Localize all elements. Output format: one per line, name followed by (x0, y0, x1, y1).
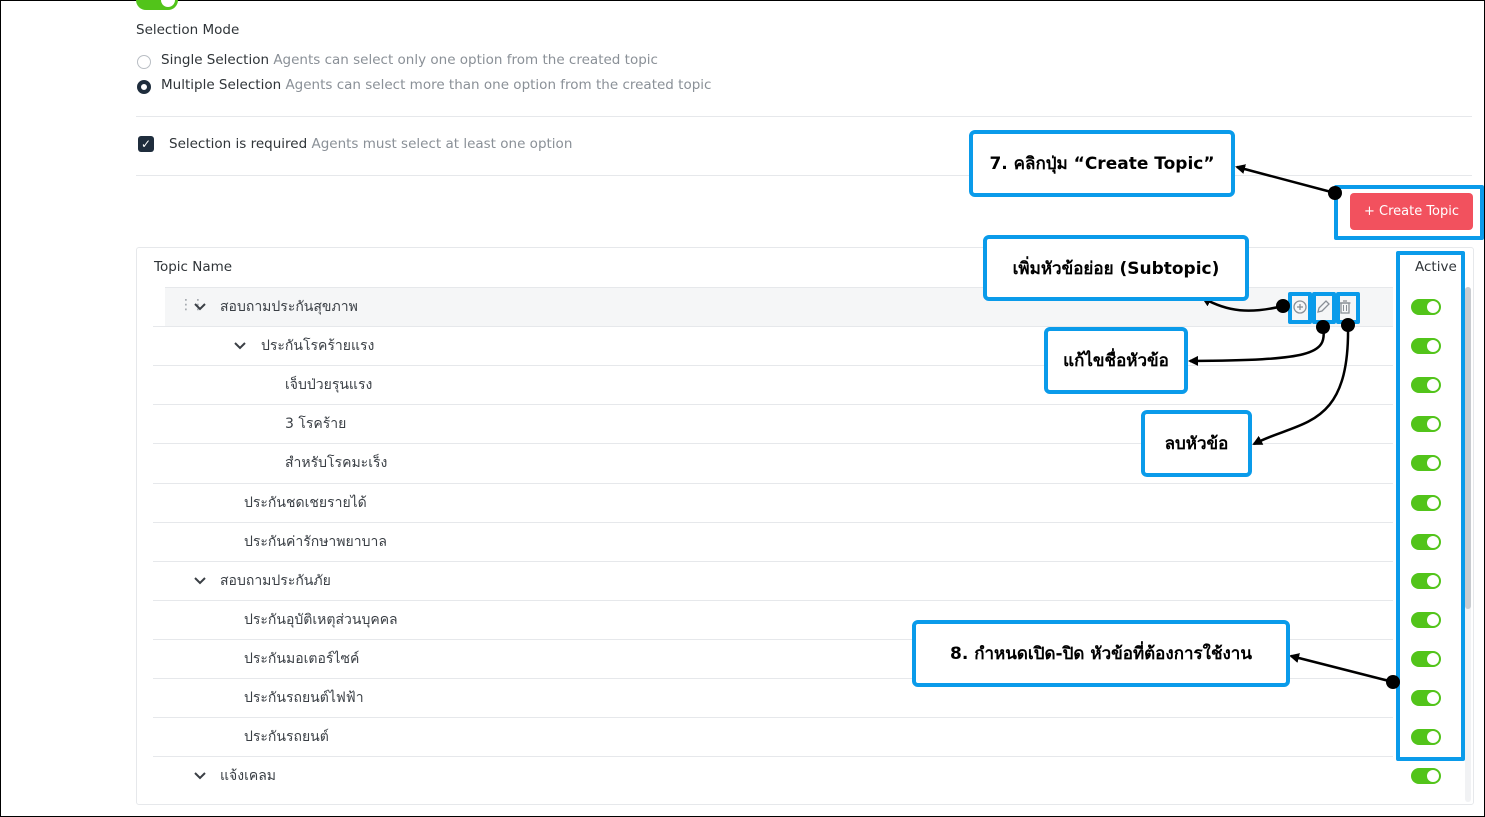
chevron-down-icon[interactable] (191, 298, 209, 316)
topic-name: เจ็บป่วยรุนแรง (285, 377, 373, 394)
divider (136, 116, 1472, 117)
callout-toggle-active: 8. กำหนดเปิด-ปิด หัวข้อที่ต้องการใช้งาน (912, 620, 1290, 687)
multiple-selection-description: Agents can select more than one option f… (285, 77, 712, 93)
chevron-down-icon[interactable] (191, 767, 209, 785)
required-option[interactable]: Selection is required Agents must select… (169, 136, 572, 152)
single-selection-option[interactable]: Single Selection Agents can select only … (161, 52, 658, 68)
topic-name: ประกันโรคร้ายแรง (261, 338, 375, 355)
create-topic-highlight (1334, 185, 1484, 240)
topic-name: แจ้งเคลม (220, 768, 277, 785)
radio-single-selection[interactable] (137, 55, 151, 69)
delete-highlight (1336, 292, 1360, 324)
chevron-down-icon[interactable] (191, 572, 209, 590)
callout-create-topic: 7. คลิกปุ่ม “Create Topic” (969, 130, 1235, 197)
table-row[interactable]: สอบถามประกันภัย (153, 560, 1441, 601)
active-column-highlight (1396, 251, 1465, 761)
topic-name: 3 โรคร้าย (285, 416, 347, 433)
single-selection-description: Agents can select only one option from t… (273, 52, 658, 68)
callout-edit-name: แก้ไขชื่อหัวข้อ (1044, 327, 1188, 394)
table-row[interactable]: ประกันรถยนต์ (153, 717, 1441, 757)
single-selection-label: Single Selection (161, 52, 270, 68)
multiple-selection-label: Multiple Selection (161, 77, 282, 93)
header-topic-name: Topic Name (154, 259, 233, 275)
callout-add-subtopic: เพิ่มหัวข้อย่อย (Subtopic) (983, 235, 1249, 301)
required-checkbox[interactable]: ✓ (138, 136, 154, 152)
callout-delete-topic: ลบหัวข้อ (1141, 410, 1252, 477)
topic-name: ประกันค่ารักษาพยาบาล (244, 533, 387, 550)
topic-name: ประกันอุบัติเหตุส่วนบุคคล (244, 611, 398, 628)
topic-table: Topic Name Active ⋮⋮ สอบถามประกันสุขภาพ ปร… (136, 247, 1474, 805)
topic-name: ประกันรถยนต์ไฟฟ้า (244, 690, 364, 706)
topic-name: ประกันชดเชยรายได้ (244, 494, 367, 511)
active-toggle[interactable] (1411, 768, 1441, 785)
table-row[interactable]: เจ็บป่วยรุนแรง (153, 365, 1441, 405)
table-row[interactable]: ประกันโรคร้ายแรง (153, 326, 1441, 366)
table-row[interactable]: ประกันค่ารักษาพยาบาล (153, 521, 1441, 562)
edit-highlight (1312, 292, 1336, 324)
topic-name: สำหรับโรคมะเร็ง (285, 455, 388, 472)
scrollbar-thumb[interactable] (1465, 287, 1471, 609)
chevron-down-icon[interactable] (231, 337, 249, 355)
add-subtopic-highlight (1288, 292, 1312, 324)
topic-name: สอบถามประกันสุขภาพ (220, 299, 358, 315)
feature-toggle[interactable] (136, 0, 178, 10)
table-row[interactable]: ประกันชดเชยรายได้ (153, 482, 1441, 523)
table-row[interactable]: แจ้งเคลม (153, 756, 1441, 796)
required-description: Agents must select at least one option (311, 136, 573, 152)
topic-name: สอบถามประกันภัย (220, 572, 331, 589)
selection-mode-title: Selection Mode (136, 22, 240, 38)
divider (136, 175, 1472, 176)
topic-name: ประกันรถยนต์ (244, 729, 329, 746)
multiple-selection-option[interactable]: Multiple Selection Agents can select mor… (161, 77, 711, 93)
required-label: Selection is required (169, 136, 308, 152)
topic-name: ประกันมอเตอร์ไซค์ (244, 650, 360, 667)
radio-multiple-selection[interactable] (137, 80, 151, 94)
